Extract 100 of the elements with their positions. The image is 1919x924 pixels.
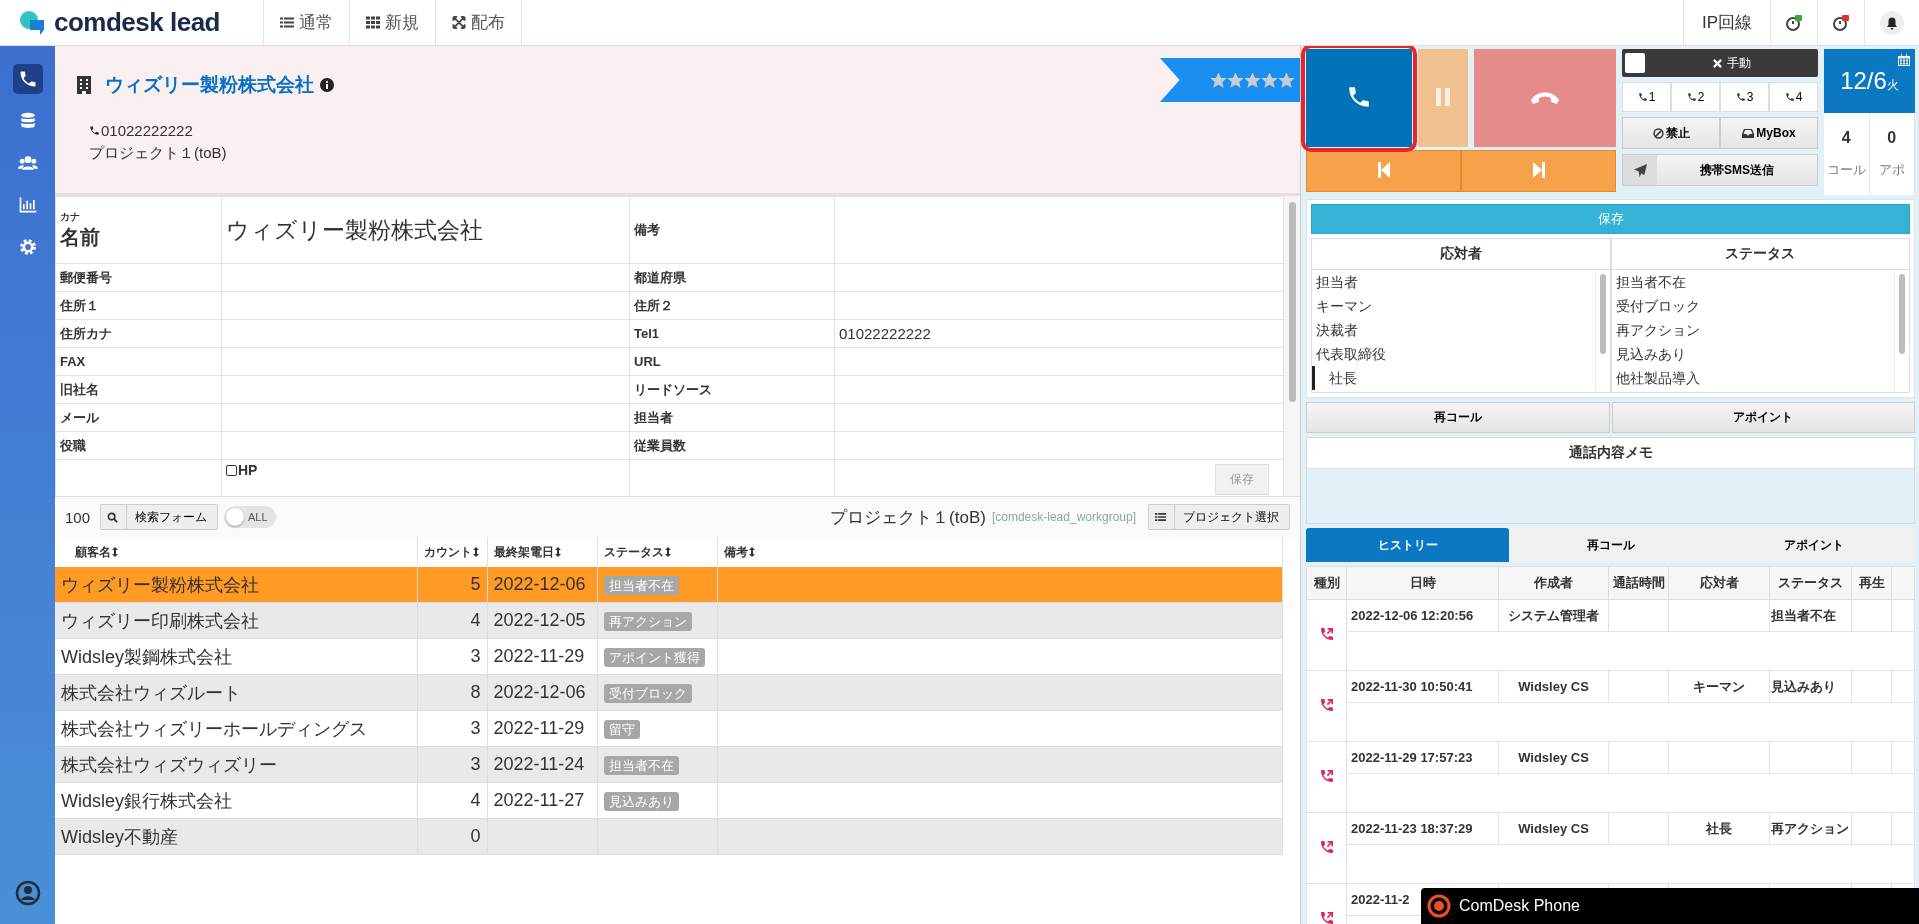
- column-header: 通話時間: [1612, 575, 1665, 590]
- call-count: 3: [470, 754, 481, 774]
- customer-name: Widsley銀行株式会社: [61, 790, 232, 811]
- mode-switch[interactable]: 手動: [1622, 49, 1818, 77]
- line-button[interactable]: 1: [1622, 82, 1671, 112]
- column-header[interactable]: 備考: [723, 543, 755, 561]
- stat-label: アポ: [1878, 161, 1905, 179]
- kana-label: カナ: [60, 209, 81, 224]
- customer-row[interactable]: Widsley不動産 0: [55, 818, 1283, 855]
- status-tag: 受付ブロック: [603, 684, 692, 703]
- last-call-date: 2022-11-29: [493, 646, 585, 666]
- line-button[interactable]: 2: [1671, 82, 1720, 112]
- customer-name: 株式会社ウィズリーホールディングス: [61, 718, 367, 739]
- call-status: 再アクション: [1771, 820, 1849, 836]
- call-count: 4: [470, 790, 481, 810]
- memo-title: 通話内容メモ: [1307, 438, 1914, 469]
- field-label: 備考: [634, 222, 660, 237]
- status-tag: 留守: [603, 720, 640, 739]
- column-header[interactable]: ステータス: [603, 543, 671, 561]
- all-toggle[interactable]: ALL: [224, 506, 276, 528]
- stat-value: 0: [1887, 129, 1897, 147]
- field-label: Tel1: [634, 326, 660, 341]
- customer-name: ウィズリー製粉株式会社: [61, 574, 259, 595]
- company-link[interactable]: ウィズリー製粉株式会社: [105, 72, 314, 98]
- customer-row[interactable]: 株式会社ウィズリーホールディングス 3 2022-11-29 留守: [55, 710, 1283, 747]
- action-button[interactable]: 再コール: [1306, 402, 1610, 433]
- call-count: 0: [470, 826, 481, 846]
- customer-row[interactable]: 株式会社ウィズウィズリー 3 2022-11-24 担当者不在: [55, 746, 1283, 783]
- responder-name: キーマン: [1693, 678, 1745, 694]
- column-header: 種別: [1313, 575, 1340, 590]
- column-header[interactable]: カウント: [423, 543, 479, 561]
- search-form-button[interactable]: 検索フォーム: [100, 504, 219, 530]
- responder-name: 社長: [1706, 820, 1732, 836]
- field-label: 旧社名: [60, 381, 99, 397]
- list-option[interactable]: 他社製品導入: [1611, 366, 1894, 390]
- call-datetime: 2022-12-06 12:20:56: [1351, 608, 1474, 623]
- list-option[interactable]: 代表取締役: [1312, 342, 1595, 366]
- customer-name: 株式会社ウィズウィズリー: [61, 754, 277, 775]
- author-name: システム管理者: [1508, 607, 1599, 623]
- call-count: 3: [470, 718, 481, 738]
- field-label: 従業員数: [634, 437, 686, 453]
- project-select-button[interactable]: プロジェクト選択: [1148, 504, 1290, 530]
- column-header[interactable]: 最終架電日: [493, 543, 561, 561]
- action-button[interactable]: アポイント: [1611, 402, 1915, 433]
- customer-name: Widsley製鋼株式会社: [61, 646, 232, 667]
- phone-app-bar[interactable]: ComDesk Phone: [1421, 888, 1919, 924]
- stat-label: コール: [1826, 161, 1866, 179]
- customer-row[interactable]: 株式会社ウィズルート 8 2022-12-06 受付ブロック: [55, 674, 1283, 711]
- list-option[interactable]: 決裁者: [1312, 318, 1595, 342]
- customer-name: 株式会社ウィズルート: [61, 682, 241, 703]
- customer-name: Widsley不動産: [61, 826, 178, 847]
- author-name: Widsley CS: [1518, 821, 1589, 836]
- phone-number: 01022222222: [101, 122, 193, 139]
- field-label: URL: [634, 354, 661, 369]
- history-tab[interactable]: ヒストリー: [1306, 528, 1509, 562]
- list-option[interactable]: 担当者不在: [1611, 270, 1894, 294]
- field-label: FAX: [60, 354, 86, 369]
- field-label: リードソース: [634, 381, 712, 397]
- list-header: 応対者: [1312, 239, 1610, 270]
- call-datetime: 2022-11-23 18:37:29: [1351, 821, 1473, 836]
- name-value: ウィズリー製粉株式会社: [226, 216, 483, 243]
- last-call-date: 2022-12-06: [493, 682, 586, 702]
- status-tag: 担当者不在: [603, 576, 679, 595]
- customer-row[interactable]: Widsley製鋼株式会社 3 2022-11-29 アポイント獲得: [55, 638, 1283, 675]
- checkbox-label: HP: [238, 462, 258, 478]
- list-option[interactable]: 再アクション: [1611, 318, 1894, 342]
- block-button[interactable]: 禁止: [1622, 117, 1720, 149]
- customer-row[interactable]: Widsley銀行株式会社 4 2022-11-27 見込みあり: [55, 782, 1283, 819]
- customer-row[interactable]: ウィズリー印刷株式会社 4 2022-12-05 再アクション: [55, 602, 1283, 639]
- column-header: 応対者: [1699, 575, 1739, 590]
- call-datetime: 2022-11-2: [1351, 892, 1410, 907]
- sms-button[interactable]: 携帯SMS送信: [1622, 154, 1818, 186]
- call-count: 3: [470, 646, 481, 666]
- list-option[interactable]: 担当者: [1312, 270, 1595, 294]
- line-button[interactable]: 3: [1720, 82, 1769, 112]
- field-label: 郵便番号: [60, 269, 112, 285]
- customer-row[interactable]: ウィズリー製粉株式会社 5 2022-12-06 担当者不在: [55, 567, 1283, 603]
- list-option[interactable]: キーマン: [1312, 294, 1595, 318]
- last-call-date: 2022-11-29: [493, 718, 585, 738]
- field-label: 役職: [60, 437, 86, 453]
- call-datetime: 2022-11-29 17:57:23: [1351, 750, 1473, 765]
- column-header: 作成者: [1534, 575, 1573, 590]
- name-label: 名前: [60, 224, 101, 250]
- list-option[interactable]: 見込みあり: [1611, 342, 1894, 366]
- project-title: プロジェクト１(toB): [830, 506, 986, 529]
- list-option[interactable]: 受付ブロック: [1611, 294, 1894, 318]
- column-header[interactable]: 顧客名: [75, 543, 118, 561]
- phone-app-title: ComDesk Phone: [1459, 897, 1580, 915]
- list-option[interactable]: 社長: [1312, 366, 1595, 390]
- line-button[interactable]: 4: [1769, 82, 1818, 112]
- field-label: 住所２: [634, 297, 673, 313]
- status-tag: 担当者不在: [603, 756, 679, 775]
- field-label: 住所カナ: [60, 325, 112, 341]
- last-call-date: 2022-11-27: [493, 790, 585, 810]
- last-call-date: 2022-12-06: [493, 574, 586, 594]
- call-count: 4: [470, 610, 481, 630]
- mybox-button[interactable]: MyBox: [1720, 117, 1818, 149]
- field-label: 担当者: [634, 409, 673, 425]
- call-count: 5: [470, 574, 481, 594]
- status-tag: 再アクション: [603, 612, 692, 631]
